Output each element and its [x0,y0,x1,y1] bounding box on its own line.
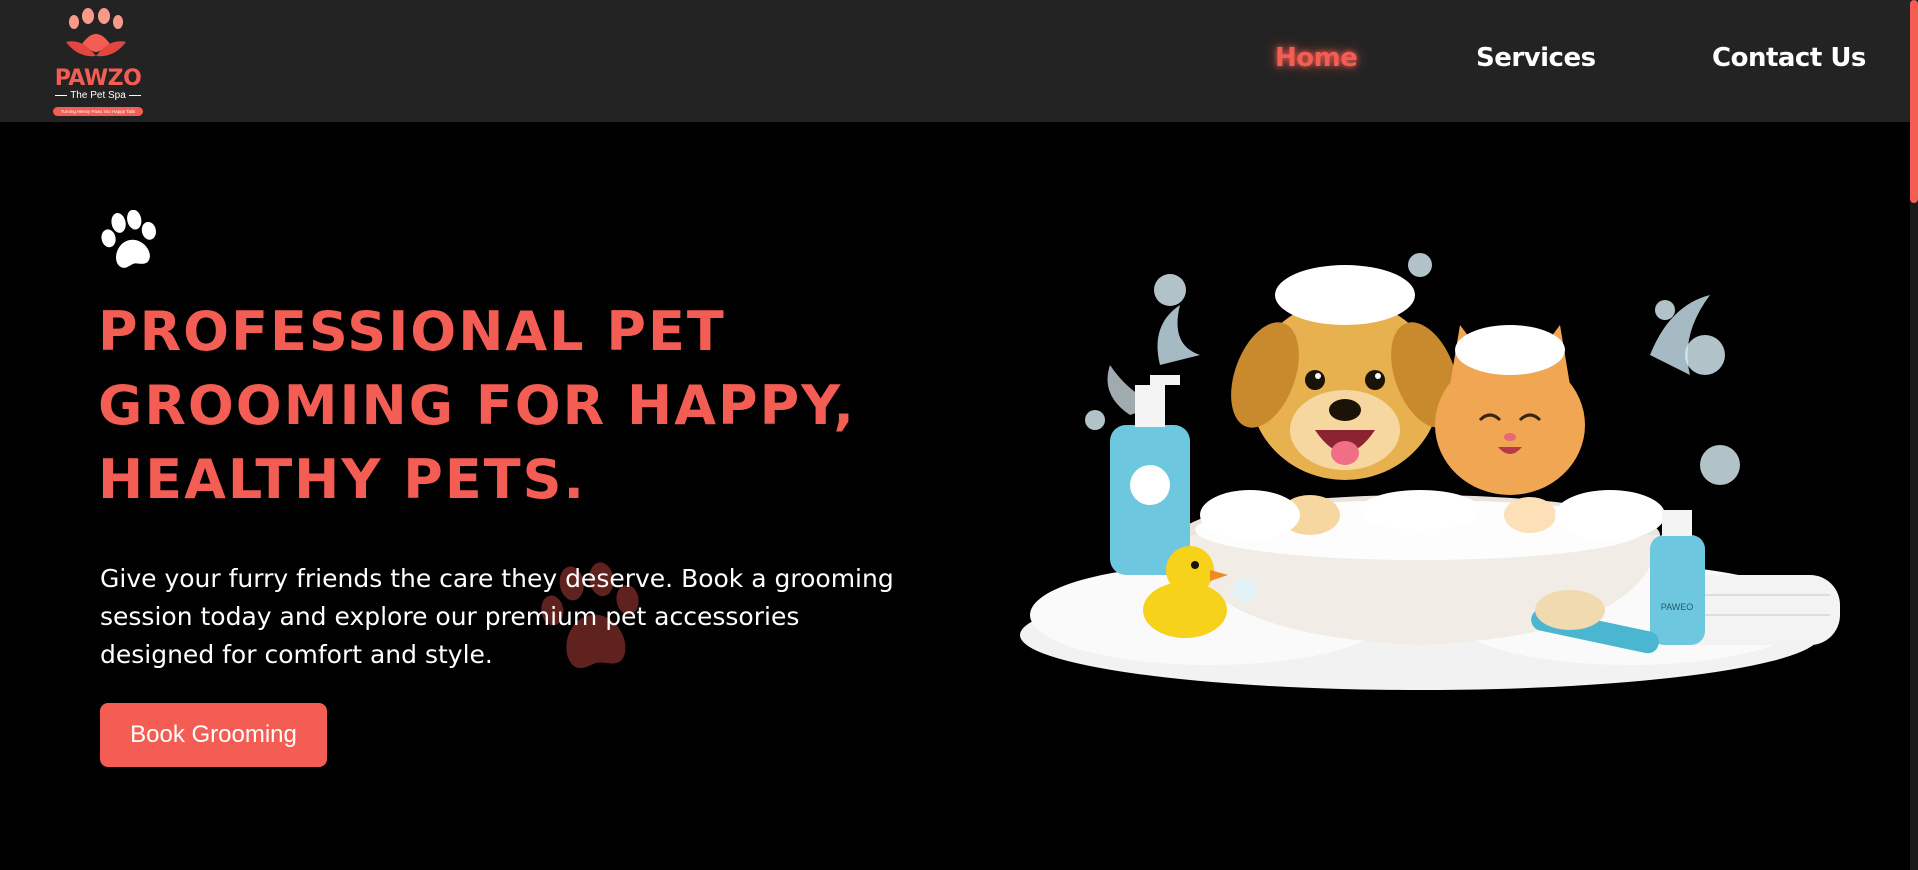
brand-name: PAWZO [54,66,142,91]
header: PAWZO The Pet Spa Turning Messy Paws int… [0,0,1910,122]
nav-contact-us[interactable]: Contact Us [1712,40,1866,76]
hero-description: Give your furry friends the care they de… [100,564,894,669]
book-grooming-button[interactable]: Book Grooming [100,703,327,767]
paw-lotus-icon [66,8,126,57]
scrollbar-thumb[interactable] [1910,0,1918,203]
brand-logo[interactable]: PAWZO The Pet Spa Turning Messy Paws int… [48,8,148,116]
brand-subtitle: The Pet Spa [48,90,148,101]
brand-tagline: Turning Messy Paws into Happy Tails [53,107,143,116]
nav-services[interactable]: Services [1476,40,1596,76]
nav-home[interactable]: Home [1275,40,1358,76]
hero-title: Professional Pet Grooming for Happy, Hea… [98,300,856,511]
bottle-label: PAWEO [1661,602,1694,612]
paw-icon [101,210,156,268]
pets-bath-illustration: PAWEO [1020,253,1840,690]
